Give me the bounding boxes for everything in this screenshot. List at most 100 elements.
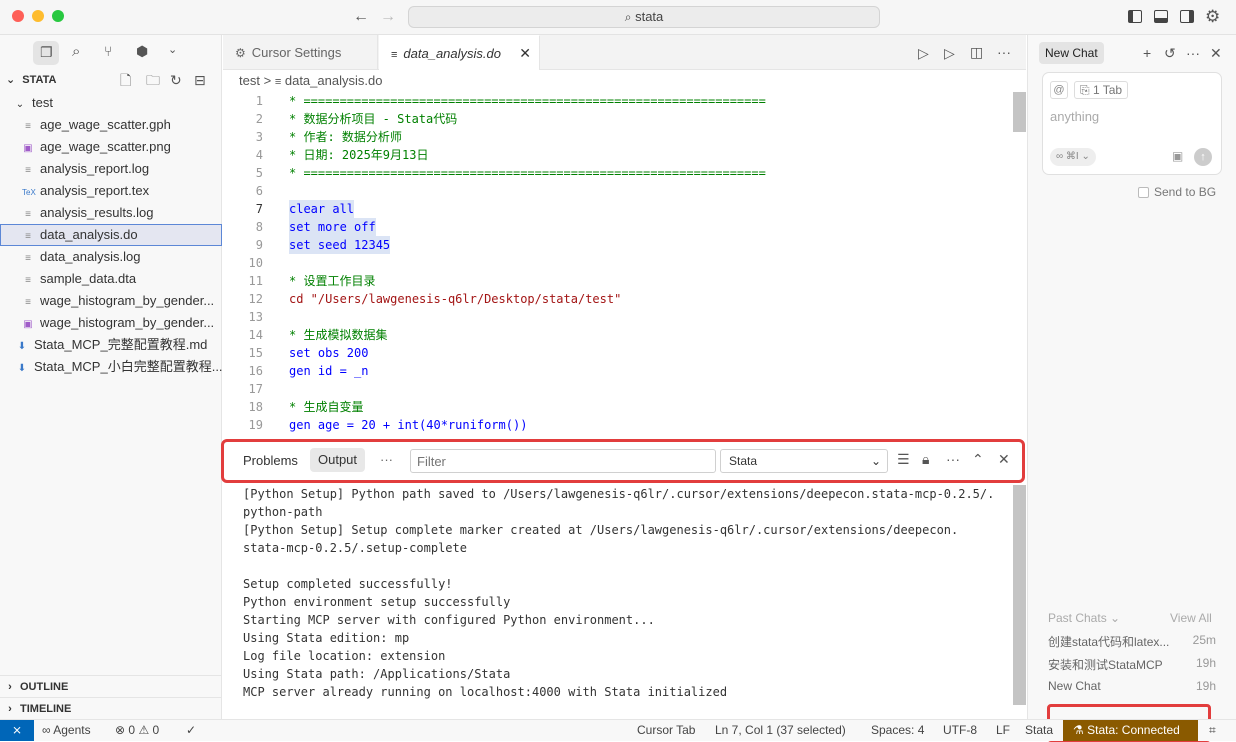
chevron-up-icon[interactable]: ⌃ bbox=[972, 452, 984, 466]
more-actions-icon[interactable]: ··· bbox=[997, 45, 1011, 59]
mention-button[interactable]: @ bbox=[1050, 81, 1068, 99]
past-chat-item[interactable]: 安装和测试StataMCP 19h bbox=[1048, 656, 1216, 673]
minimize-window-button[interactable] bbox=[32, 10, 44, 22]
send-to-bg-checkbox[interactable] bbox=[1138, 187, 1149, 198]
close-icon[interactable]: ✕ bbox=[998, 452, 1010, 466]
refresh-icon[interactable]: ↻ bbox=[170, 73, 182, 87]
image-icon[interactable]: ▣ bbox=[1172, 150, 1183, 162]
collapse-all-icon[interactable]: ⊟ bbox=[194, 73, 206, 87]
files-icon[interactable]: ❐ bbox=[40, 45, 53, 59]
editor-scrollbar-thumb[interactable] bbox=[1013, 92, 1026, 132]
eol-status[interactable]: LF bbox=[996, 720, 1010, 741]
add-icon[interactable]: + bbox=[1143, 46, 1151, 60]
filter-input[interactable] bbox=[410, 449, 716, 473]
tree-item-file[interactable]: ≡ analysis_report.log bbox=[0, 158, 222, 180]
tree-folder-test[interactable]: ⌄ test bbox=[0, 92, 222, 114]
history-icon[interactable]: ↺ bbox=[1164, 46, 1176, 60]
timeline-section[interactable]: › TIMELINE bbox=[0, 697, 222, 719]
tab-problems[interactable]: Problems bbox=[243, 453, 298, 468]
agents-label: Agents bbox=[53, 723, 91, 737]
outline-label: OUTLINE bbox=[20, 681, 69, 693]
breadcrumb-folder[interactable]: test bbox=[239, 73, 260, 88]
close-window-button[interactable] bbox=[12, 10, 24, 22]
workspace-header[interactable]: ⌄ STATA bbox=[6, 73, 57, 86]
problems-status[interactable]: ⊗ 0 ⚠ 0 bbox=[115, 720, 159, 741]
cursor-position[interactable]: Ln 7, Col 1 (37 selected) bbox=[715, 720, 846, 741]
context-tab-chip[interactable]: ⎘ 1 Tab bbox=[1074, 81, 1129, 99]
tree-item-file[interactable]: ≡ analysis_results.log bbox=[0, 202, 222, 224]
run-selection-icon[interactable]: ▷ bbox=[944, 46, 955, 60]
indentation-status[interactable]: Spaces: 4 bbox=[871, 720, 924, 741]
tree-item-file[interactable]: ≡ wage_histogram_by_gender... bbox=[0, 290, 222, 312]
tex-icon: TeX bbox=[22, 188, 36, 197]
maximize-window-button[interactable] bbox=[52, 10, 64, 22]
breadcrumb-file[interactable]: data_analysis.do bbox=[285, 73, 383, 88]
view-all-link[interactable]: View All bbox=[1170, 611, 1212, 625]
clear-output-icon[interactable]: ☰ bbox=[897, 452, 910, 466]
tree-item-file[interactable]: ▣ age_wage_scatter.png bbox=[0, 136, 222, 158]
tree-item-md-2[interactable]: ⬇ Stata_MCP_小白完整配置教程... bbox=[0, 356, 222, 378]
check-icon[interactable]: ✓ bbox=[186, 720, 196, 741]
agent-mode-selector[interactable]: ∞ ⌘I ⌄ bbox=[1050, 148, 1096, 166]
lock-icon[interactable]: 🔒︎ bbox=[922, 452, 929, 466]
chevron-down-icon: ⌄ bbox=[1110, 611, 1121, 625]
toggle-primary-sidebar-icon[interactable] bbox=[1128, 10, 1142, 23]
tree-item-file[interactable]: ≡ data_analysis.log bbox=[0, 246, 222, 268]
run-file-icon[interactable]: ▷ bbox=[918, 46, 929, 60]
command-search-box[interactable]: ⌕ stata bbox=[408, 6, 880, 28]
new-folder-icon[interactable]: 🗀 bbox=[146, 73, 160, 87]
language-mode[interactable]: Stata bbox=[1025, 720, 1053, 741]
extensions-icon[interactable]: ⬢ bbox=[136, 44, 148, 58]
chevron-down-icon[interactable]: ⌄ bbox=[168, 45, 177, 56]
output-channel-select[interactable]: Stata ⌄ bbox=[720, 449, 888, 473]
output-line: Setup completed successfully! bbox=[243, 577, 453, 591]
past-chat-item[interactable]: New Chat 19h bbox=[1048, 679, 1216, 693]
more-actions-icon[interactable]: ··· bbox=[946, 452, 960, 466]
tree-item-file[interactable]: TeX analysis_report.tex bbox=[0, 180, 222, 202]
notifications-icon[interactable]: ⌗ bbox=[1209, 720, 1216, 741]
tree-item-md-1[interactable]: ⬇ Stata_MCP_完整配置教程.md bbox=[0, 334, 222, 356]
remote-indicator-icon[interactable]: ⨯ bbox=[0, 720, 34, 741]
warning-count: 0 bbox=[152, 723, 160, 737]
outline-section[interactable]: › OUTLINE bbox=[0, 675, 222, 697]
forward-arrow-icon[interactable]: → bbox=[380, 9, 396, 25]
chat-tab-new-chat[interactable]: New Chat bbox=[1039, 42, 1104, 64]
tree-item-file[interactable]: ▣ wage_histogram_by_gender... bbox=[0, 312, 222, 334]
code-line: set obs 200 bbox=[289, 346, 369, 360]
error-icon: ⊗ bbox=[115, 723, 126, 737]
tab-cursor-settings[interactable]: ⚙ Cursor Settings bbox=[223, 35, 378, 70]
send-arrow-icon[interactable]: ↑ bbox=[1194, 148, 1212, 166]
back-arrow-icon[interactable]: ← bbox=[353, 9, 369, 25]
toggle-panel-icon[interactable] bbox=[1154, 10, 1168, 23]
more-tabs-button[interactable]: ··· bbox=[380, 452, 393, 467]
output-line: Python environment setup successfully bbox=[243, 595, 511, 609]
close-icon[interactable]: ✕ bbox=[1210, 46, 1222, 60]
tab-data-analysis-do[interactable]: ≡ data_analysis.do ✕ bbox=[379, 35, 540, 70]
close-icon[interactable]: ✕ bbox=[519, 36, 531, 71]
source-control-icon[interactable]: ⑂ bbox=[104, 44, 112, 58]
tree-item-file[interactable]: ≡ data_analysis.do bbox=[0, 224, 222, 246]
code-line: clear all bbox=[289, 200, 355, 218]
tree-item-file[interactable]: ≡ age_wage_scatter.gph bbox=[0, 114, 222, 136]
line-number: 16 bbox=[248, 364, 263, 378]
cursor-tab-status[interactable]: Cursor Tab bbox=[637, 720, 695, 741]
settings-gear-icon[interactable]: ⚙ bbox=[1205, 8, 1220, 25]
past-chats-header[interactable]: Past Chats ⌄ bbox=[1048, 611, 1120, 625]
chat-input-box[interactable]: @ ⎘ 1 Tab anything ∞ ⌘I ⌄ ▣ ↑ bbox=[1042, 72, 1222, 175]
stata-connected-badge[interactable]: ⚗ Stata: Connected bbox=[1063, 720, 1198, 741]
past-chat-item[interactable]: 创建stata代码和latex... 25m bbox=[1048, 633, 1216, 650]
breadcrumb-separator: > bbox=[263, 73, 272, 88]
output-scrollbar-thumb[interactable] bbox=[1013, 485, 1026, 705]
agents-button[interactable]: ∞ Agents bbox=[42, 720, 91, 741]
toggle-secondary-sidebar-icon[interactable] bbox=[1180, 10, 1194, 23]
split-editor-icon[interactable]: ◫ bbox=[970, 45, 983, 59]
error-count: 0 bbox=[128, 723, 136, 737]
encoding-status[interactable]: UTF-8 bbox=[943, 720, 977, 741]
tab-output[interactable]: Output bbox=[310, 448, 366, 472]
tree-item-file[interactable]: ≡ sample_data.dta bbox=[0, 268, 222, 290]
code-line: cd "/Users/lawgenesis-q6lr/Desktop/stata… bbox=[289, 292, 622, 306]
more-actions-icon[interactable]: ··· bbox=[1186, 46, 1200, 60]
code-line: set more off bbox=[289, 218, 376, 236]
new-file-icon[interactable]: 🗋 bbox=[120, 73, 131, 87]
search-icon[interactable]: ⌕ bbox=[72, 44, 80, 59]
